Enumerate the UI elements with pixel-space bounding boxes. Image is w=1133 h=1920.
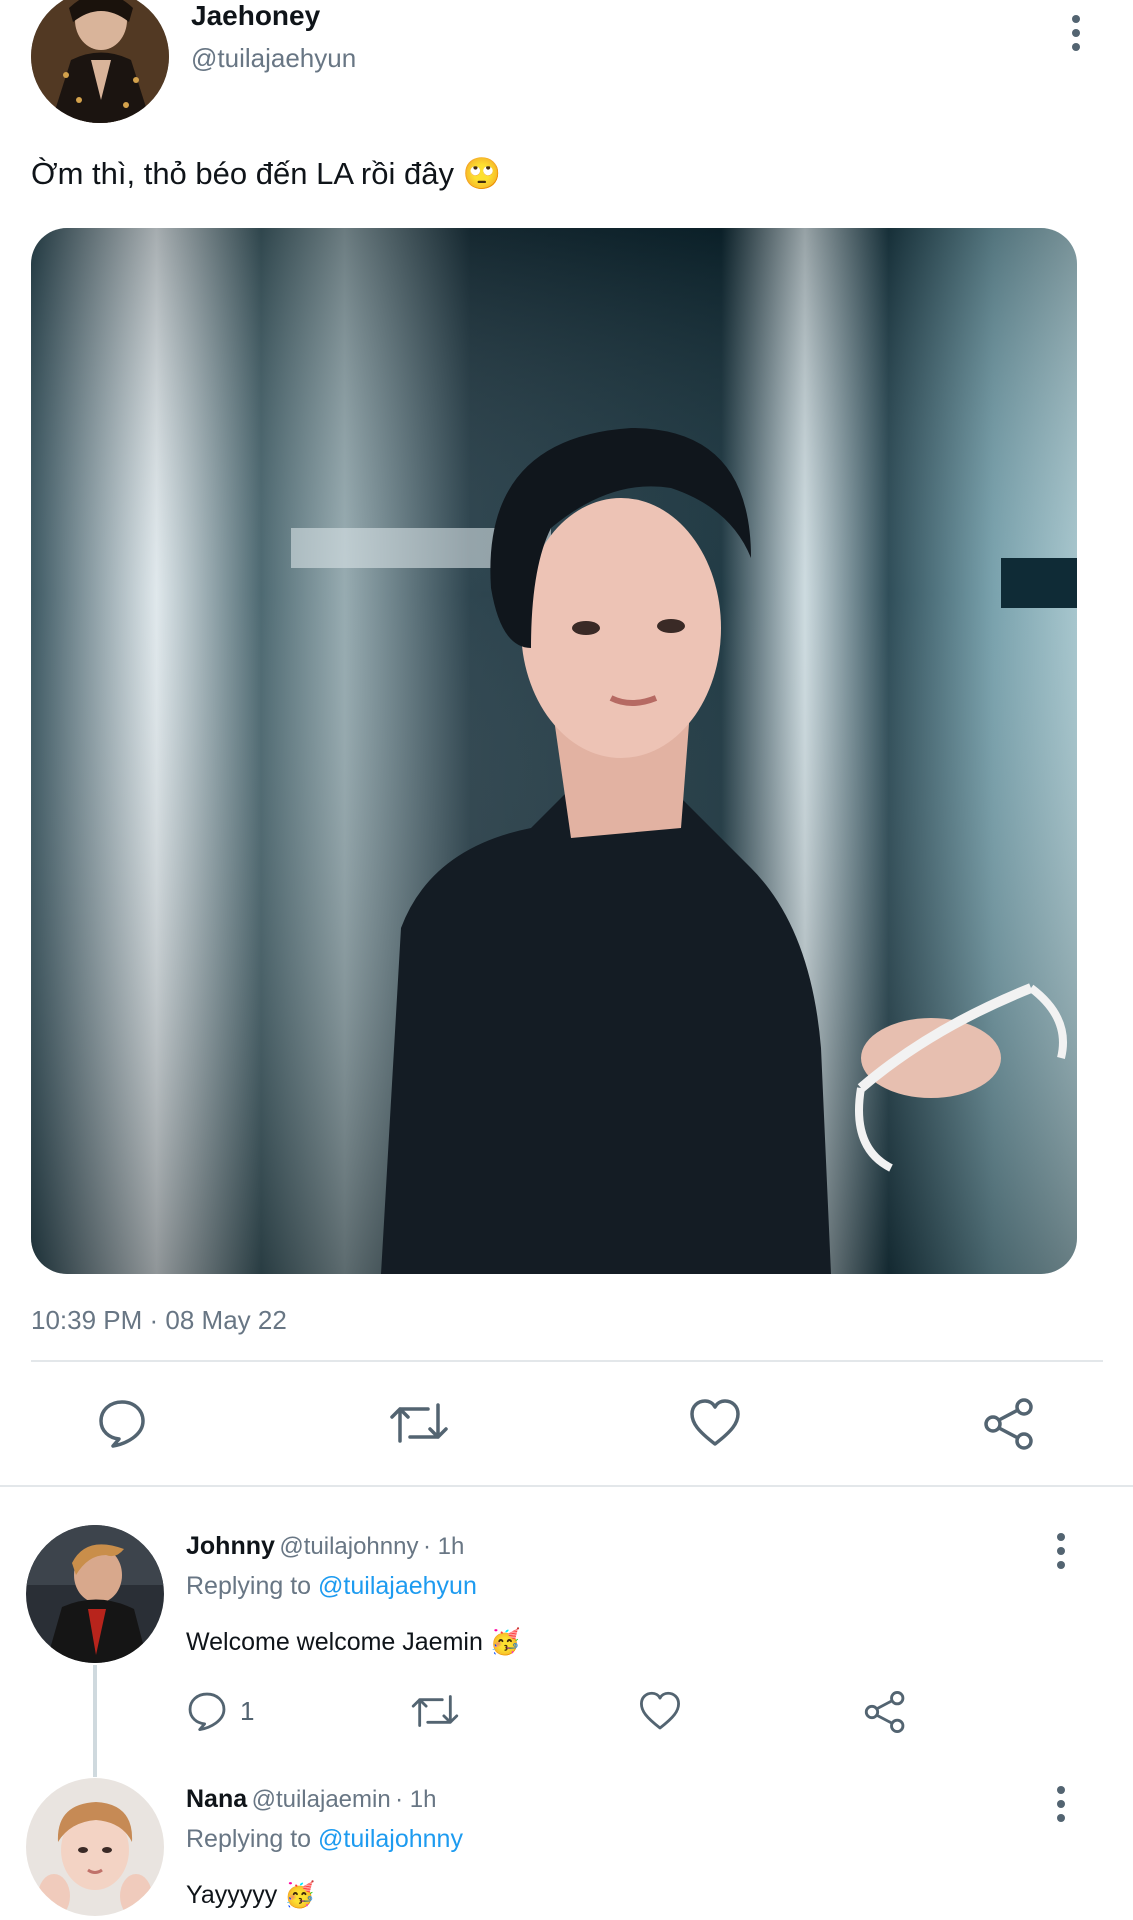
share-icon xyxy=(864,1691,905,1733)
more-dot-icon xyxy=(1072,29,1080,37)
reply-avatar-image xyxy=(26,1778,164,1916)
replying-to-line: Replying to @tuilajaehyun xyxy=(186,1572,477,1601)
reply-count: 1 xyxy=(240,1695,255,1726)
section-divider xyxy=(0,1485,1133,1487)
thread-connector-line xyxy=(93,1665,97,1777)
reply-more-button[interactable] xyxy=(1055,1533,1067,1569)
reply-text: Welcome welcome Jaemin 🥳 xyxy=(186,1627,521,1657)
reply-icon xyxy=(188,1692,226,1731)
reply-retweet-button[interactable] xyxy=(410,1690,460,1732)
reply-author-handle[interactable]: @tuilajaemin xyxy=(252,1786,391,1813)
more-dot-icon xyxy=(1057,1533,1065,1541)
replying-to-line: Replying to @tuilajohnny xyxy=(186,1825,463,1854)
more-dot-icon xyxy=(1057,1814,1065,1822)
reply-author-name[interactable]: Johnny xyxy=(186,1532,275,1560)
more-dot-icon xyxy=(1057,1786,1065,1794)
replying-to-mention[interactable]: @tuilajohnny xyxy=(318,1825,463,1853)
reply-avatar-johnny[interactable] xyxy=(26,1525,164,1663)
heart-icon xyxy=(690,1399,740,1446)
reply-reply-button[interactable]: 1 xyxy=(186,1690,254,1732)
tweet-divider xyxy=(31,1360,1103,1362)
eye-roll-emoji: 🙄 xyxy=(462,156,502,192)
replying-to-label: Replying to xyxy=(186,1825,312,1853)
reply-time: · 1h xyxy=(422,1533,465,1560)
reply-share-button[interactable] xyxy=(863,1690,907,1734)
more-dot-icon xyxy=(1057,1547,1065,1555)
party-emoji: 🥳 xyxy=(489,1627,521,1656)
more-dot-icon xyxy=(1057,1561,1065,1569)
like-button[interactable] xyxy=(688,1397,742,1449)
more-dot-icon xyxy=(1057,1800,1065,1808)
party-emoji: 🥳 xyxy=(284,1880,316,1909)
tweet-photo[interactable] xyxy=(31,228,1077,1274)
retweet-button[interactable] xyxy=(388,1397,450,1449)
reply-text-body: Welcome welcome Jaemin xyxy=(186,1628,483,1656)
reply-text: Yayyyyy 🥳 xyxy=(186,1880,315,1910)
reply-header: Johnny @tuilajohnny · 1h xyxy=(186,1532,464,1561)
reply-avatar-image xyxy=(26,1525,164,1663)
retweet-icon xyxy=(411,1695,459,1727)
reply-author-handle[interactable]: @tuilajohnny xyxy=(279,1533,418,1560)
reply-header: Nana @tuilajaemin · 1h xyxy=(186,1785,437,1814)
tweet-photo-image xyxy=(31,228,1077,1274)
reply-icon xyxy=(99,1400,145,1448)
reply-author-name[interactable]: Nana xyxy=(186,1785,247,1813)
retweet-icon xyxy=(390,1403,448,1443)
tweet-timestamp[interactable]: 10:39 PM · 08 May 22 xyxy=(31,1305,287,1336)
heart-icon xyxy=(640,1691,680,1730)
tweet-more-button[interactable] xyxy=(1070,15,1082,51)
reply-more-button[interactable] xyxy=(1055,1786,1067,1822)
author-avatar[interactable] xyxy=(31,0,169,123)
replying-to-mention[interactable]: @tuilajaehyun xyxy=(318,1572,477,1600)
more-dot-icon xyxy=(1072,15,1080,23)
tweet-text: Ờm thì, thỏ béo đến LA rồi đây 🙄 xyxy=(31,155,501,192)
share-icon xyxy=(984,1398,1033,1450)
reply-avatar-nana[interactable] xyxy=(26,1778,164,1916)
author-name[interactable]: Jaehoney xyxy=(191,0,320,32)
replying-to-label: Replying to xyxy=(186,1572,312,1600)
more-dot-icon xyxy=(1072,43,1080,51)
reply-time: · 1h xyxy=(395,1786,437,1813)
author-avatar-image xyxy=(31,0,169,123)
reply-like-button[interactable] xyxy=(638,1690,682,1732)
tweet-text-body: Ờm thì, thỏ béo đến LA rồi đây xyxy=(31,156,454,191)
reply-button[interactable] xyxy=(96,1397,148,1449)
share-button[interactable] xyxy=(982,1397,1036,1451)
reply-text-body: Yayyyyy xyxy=(186,1881,278,1909)
author-handle[interactable]: @tuilajaehyun xyxy=(191,43,356,74)
